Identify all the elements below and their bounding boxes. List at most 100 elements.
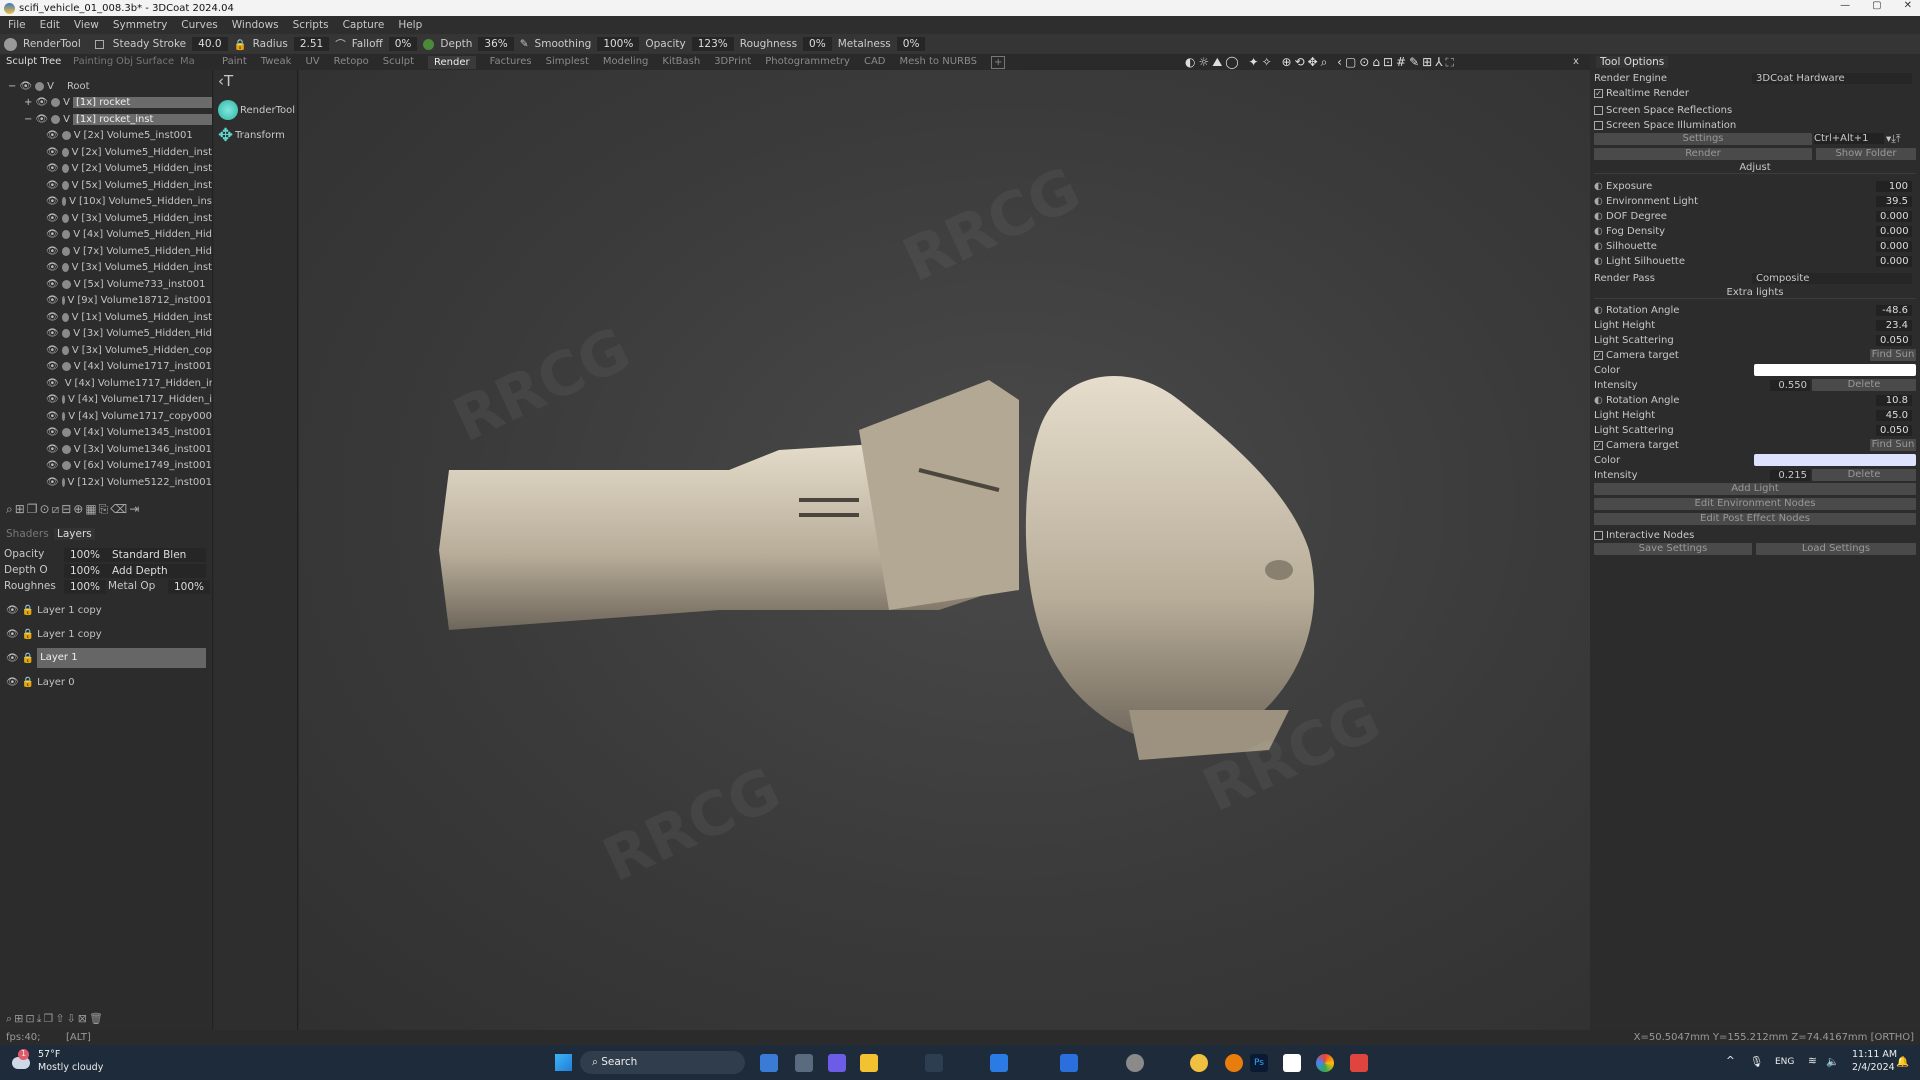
visibility-sphere-icon[interactable] bbox=[61, 329, 71, 338]
tree-row[interactable]: 👁 V [5x] Volume5_Hidden_inst bbox=[46, 177, 212, 193]
tree-row[interactable]: 👁 V [3x] Volume5_Hidden_cop bbox=[46, 342, 212, 358]
visibility-sphere-icon[interactable] bbox=[61, 230, 71, 239]
clock-date[interactable]: 2/4/2024 bbox=[1852, 1062, 1895, 1073]
add-workspace-button[interactable]: + bbox=[991, 56, 1006, 69]
screen-space-reflections[interactable]: Screen Space Reflections bbox=[1594, 103, 1916, 117]
light-rotation-angle[interactable]: ◐ Rotation Angle -48.6 bbox=[1594, 303, 1916, 317]
clock-time[interactable]: 11:11 AM bbox=[1852, 1049, 1897, 1060]
volume-icon[interactable]: 🔈 bbox=[1826, 1055, 1839, 1068]
tool-rendertool[interactable]: RenderTool bbox=[218, 100, 295, 120]
eye-icon[interactable]: 👁 bbox=[46, 460, 59, 471]
tab-sculpt-tree[interactable]: Sculpt Tree bbox=[6, 56, 61, 67]
tab-materials[interactable]: Ma bbox=[180, 56, 195, 67]
microphone-icon[interactable]: 🎙 bbox=[1750, 1055, 1763, 1068]
light-rotation-angle-value[interactable]: 10.8 bbox=[1876, 394, 1912, 406]
shortcut-field[interactable]: Ctrl+Alt+1 bbox=[1814, 133, 1884, 144]
roughness-value[interactable]: 0% bbox=[803, 37, 832, 51]
eye-icon[interactable]: 👁 bbox=[46, 411, 59, 422]
menu-edit[interactable]: Edit bbox=[40, 19, 60, 31]
tab-simplest[interactable]: Simplest bbox=[546, 56, 589, 69]
chrome-icon[interactable] bbox=[1316, 1054, 1334, 1072]
falloff-curve-icon[interactable]: ⌒ bbox=[335, 37, 346, 52]
eye-icon[interactable]: 👁 bbox=[46, 295, 59, 306]
app-icon[interactable] bbox=[828, 1054, 846, 1072]
menu-capture[interactable]: Capture bbox=[343, 19, 385, 31]
eye-icon[interactable]: 👁 bbox=[46, 378, 59, 389]
weather-text[interactable]: Mostly cloudy bbox=[38, 1062, 103, 1073]
tree-row[interactable]: + 👁 V [1x] rocket bbox=[24, 95, 212, 111]
tab-shaders[interactable]: Shaders bbox=[6, 528, 49, 540]
tree-row[interactable]: 👁 V [6x] Volume1749_inst001 bbox=[46, 458, 212, 474]
screen-space-illumination-checkbox[interactable] bbox=[1594, 120, 1603, 130]
adjust-exposure-value[interactable]: 100 bbox=[1876, 180, 1912, 192]
light-rotation-angle[interactable]: ◐ Rotation Angle 10.8 bbox=[1594, 393, 1916, 407]
adjust-environment-light-value[interactable]: 39.5 bbox=[1876, 195, 1912, 207]
notification-bell-icon[interactable]: 🔔 bbox=[1896, 1055, 1909, 1068]
tab-modeling[interactable]: Modeling bbox=[603, 56, 649, 69]
light-scattering[interactable]: Light Scattering 0.050 bbox=[1594, 423, 1916, 437]
tab-tweak[interactable]: Tweak bbox=[261, 56, 292, 69]
realtime-render-checkbox[interactable]: ✓ bbox=[1594, 88, 1603, 98]
depth-value[interactable]: 100% bbox=[64, 564, 107, 578]
eye-icon[interactable]: 👁 bbox=[46, 427, 59, 438]
chevron-up-icon[interactable]: ^ bbox=[1726, 1055, 1735, 1067]
light-scattering-value[interactable]: 0.050 bbox=[1876, 424, 1912, 436]
falloff-label[interactable]: Falloff bbox=[352, 38, 383, 50]
layer-row[interactable]: 👁 🔒 Layer 1 copy bbox=[6, 624, 206, 644]
tree-row-root[interactable]: − 👁 V Root bbox=[8, 78, 90, 94]
menu-help[interactable]: Help bbox=[398, 19, 422, 31]
adjust-dof-degree[interactable]: ◐ DOF Degree 0.000 bbox=[1594, 209, 1916, 223]
steady-stroke-value[interactable]: 40.0 bbox=[192, 37, 228, 51]
tree-row[interactable]: 👁 V [2x] Volume5_Hidden_inst bbox=[46, 161, 212, 177]
light-height[interactable]: Light Height 23.4 bbox=[1594, 318, 1916, 332]
settings-button[interactable]: Settings bbox=[1594, 133, 1812, 145]
light-scattering-value[interactable]: 0.050 bbox=[1876, 334, 1912, 346]
layer-row[interactable]: 👁 🔒 Layer 1 bbox=[6, 648, 206, 668]
visibility-sphere-icon[interactable] bbox=[61, 444, 71, 454]
eye-icon[interactable]: 👁 bbox=[46, 180, 59, 191]
collapse-icon[interactable]: − bbox=[8, 81, 16, 92]
eye-icon[interactable]: 👁 bbox=[46, 196, 59, 207]
menu-symmetry[interactable]: Symmetry bbox=[113, 19, 167, 31]
app-icon[interactable] bbox=[1060, 1054, 1078, 1072]
smoothing-value[interactable]: 100% bbox=[597, 37, 640, 51]
app-icon[interactable] bbox=[1283, 1054, 1301, 1072]
roughness-label[interactable]: Roughness bbox=[740, 38, 797, 50]
find-sun-button[interactable]: Find Sun bbox=[1870, 439, 1916, 451]
mail-icon[interactable] bbox=[990, 1054, 1008, 1072]
eye-icon[interactable]: 👁 bbox=[6, 653, 19, 664]
layer-toolbar-icons[interactable]: ⌕⊞⊡⤓❐⇧⇩⊠🗑 bbox=[6, 1012, 105, 1026]
app-icon[interactable] bbox=[925, 1054, 943, 1072]
radius-label[interactable]: Radius bbox=[253, 38, 288, 50]
delete-light-button[interactable]: Delete bbox=[1812, 469, 1916, 481]
opacity-value[interactable]: 123% bbox=[691, 37, 734, 51]
eye-icon[interactable]: 👁 bbox=[46, 279, 59, 290]
eye-icon[interactable]: 👁 bbox=[46, 394, 59, 405]
eye-icon[interactable]: 👁 bbox=[46, 262, 59, 273]
adjust-exposure[interactable]: ◐ Exposure 100 bbox=[1594, 179, 1916, 193]
visibility-sphere-icon[interactable] bbox=[61, 461, 71, 470]
adjust-fog-density-value[interactable]: 0.000 bbox=[1876, 225, 1912, 237]
taskbar-search[interactable]: ⌕ Search bbox=[580, 1051, 745, 1074]
close-window-button[interactable]: ✕ bbox=[1904, 0, 1912, 11]
light-scattering[interactable]: Light Scattering 0.050 bbox=[1594, 333, 1916, 347]
camera-target[interactable]: ✓ Camera target Find Sun bbox=[1594, 348, 1916, 362]
eye-icon[interactable]: 👁 bbox=[35, 114, 48, 125]
find-sun-button[interactable]: Find Sun bbox=[1870, 349, 1916, 361]
eye-icon[interactable]: 👁 bbox=[46, 312, 59, 323]
add-light-button[interactable]: Add Light bbox=[1594, 483, 1916, 495]
blender-icon[interactable] bbox=[1225, 1054, 1243, 1072]
app-icon[interactable] bbox=[760, 1054, 778, 1072]
eye-icon[interactable]: 👁 bbox=[46, 361, 59, 372]
light-height-value[interactable]: 23.4 bbox=[1876, 319, 1912, 331]
lock-icon[interactable]: 🔒 bbox=[22, 629, 34, 640]
interactive-nodes-checkbox[interactable] bbox=[1594, 530, 1603, 540]
smoothing-label[interactable]: Smoothing bbox=[535, 38, 592, 50]
realtime-render[interactable]: ✓ Realtime Render bbox=[1594, 86, 1916, 100]
tree-row[interactable]: 👁 V [4x] Volume1717_Hidden_i bbox=[46, 392, 212, 408]
tree-row[interactable]: 👁 V [4x] Volume1717_copy000 bbox=[46, 408, 212, 424]
eye-icon[interactable]: 👁 bbox=[46, 477, 59, 488]
visibility-sphere-icon[interactable] bbox=[61, 312, 69, 322]
visibility-sphere-icon[interactable] bbox=[61, 279, 71, 289]
visibility-sphere-icon[interactable] bbox=[61, 131, 71, 140]
